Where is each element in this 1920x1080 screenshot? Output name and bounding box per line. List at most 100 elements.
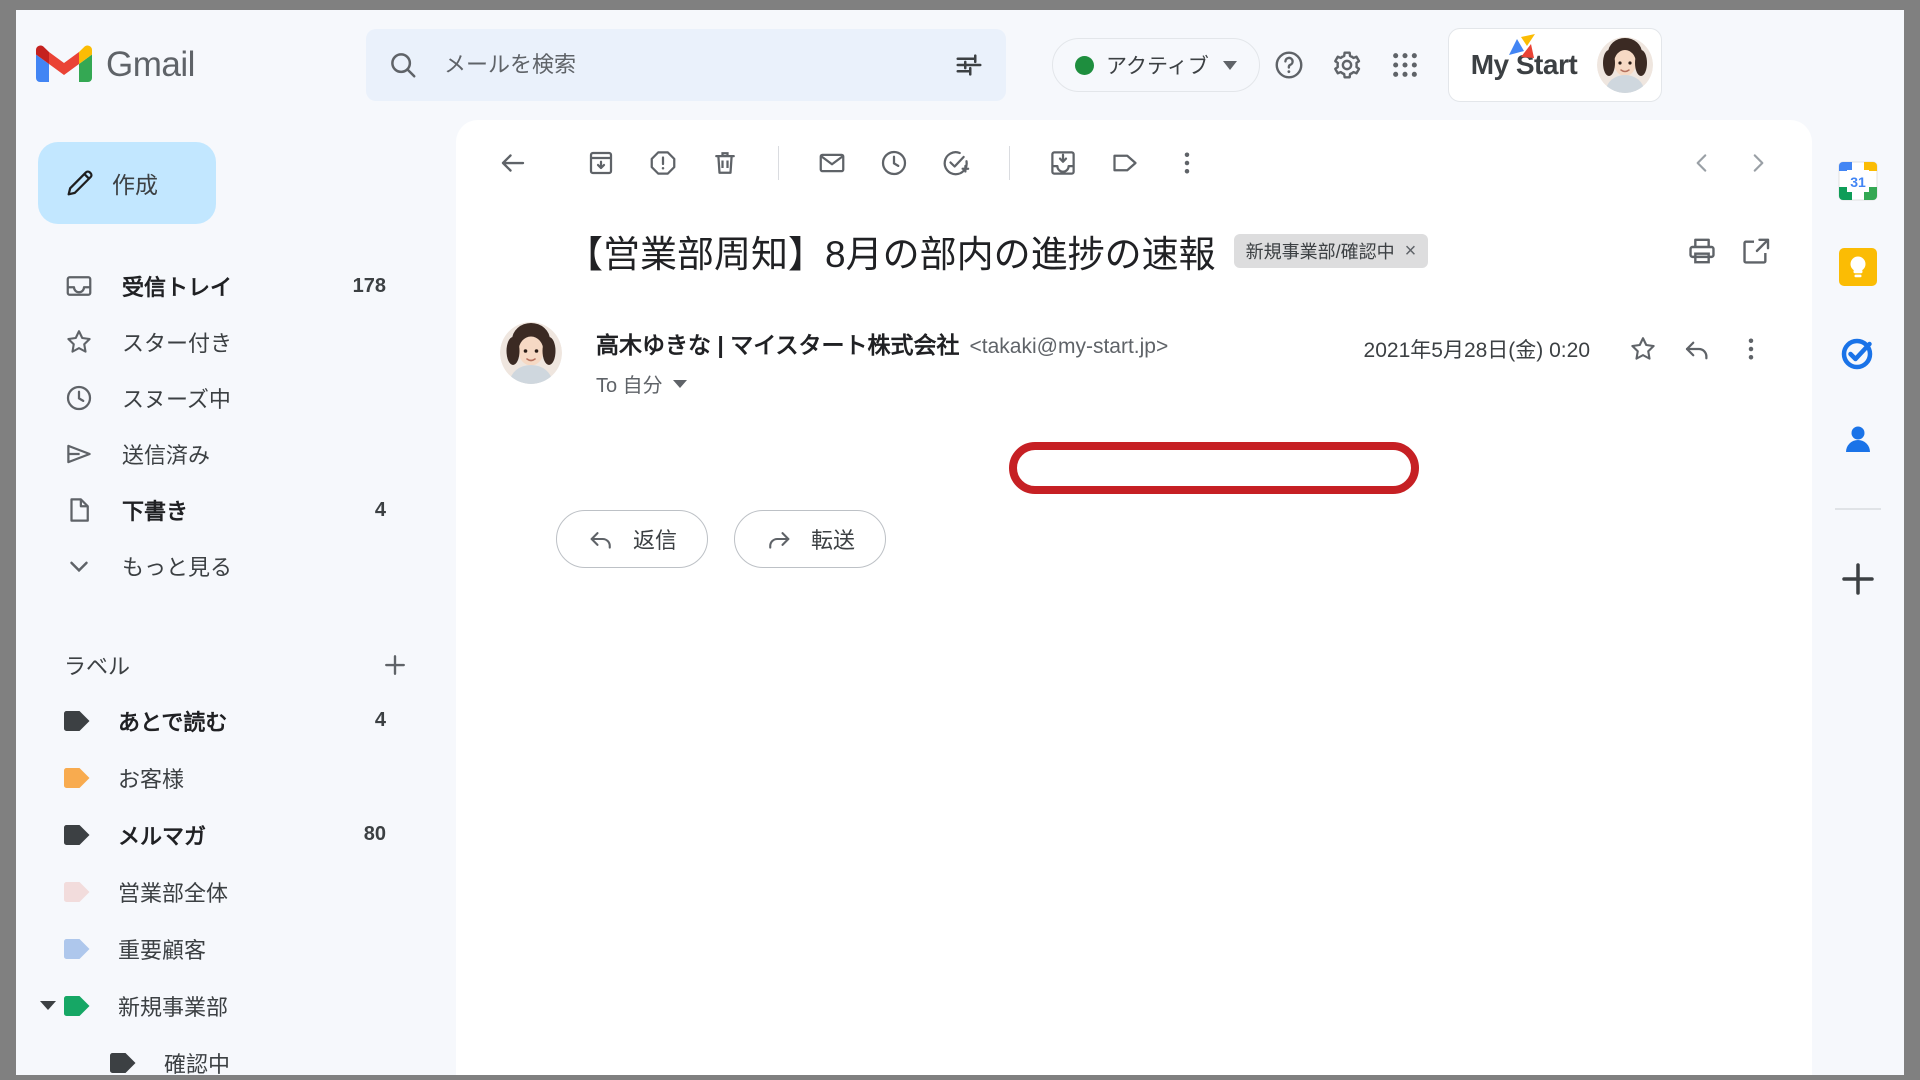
top-bar-right: アクティブ My Start	[1052, 28, 1663, 102]
google-calendar-icon[interactable]: 31	[1837, 160, 1879, 202]
label-tag-icon	[64, 995, 90, 1016]
next-message-button[interactable]	[1730, 135, 1786, 191]
gmail-brand[interactable]: Gmail	[16, 10, 352, 120]
sidebar-label-name: 重要顧客	[118, 937, 207, 963]
sidebar-item-starred[interactable]: スター付き	[16, 314, 414, 370]
help-button[interactable]	[1260, 36, 1318, 94]
sidebar-label-name: 営業部全体	[118, 880, 229, 906]
sidebar-item-more[interactable]: もっと見る	[16, 538, 414, 594]
recipient-line[interactable]: To 自分	[596, 369, 1168, 398]
mark-unread-button[interactable]	[801, 132, 863, 194]
more-vertical-icon[interactable]	[1736, 334, 1766, 364]
pencil-icon	[67, 170, 93, 196]
expand-triangle-icon[interactable]	[40, 1001, 56, 1010]
sidebar-item-label: 送信済み	[122, 443, 211, 468]
gmail-logo-icon	[36, 45, 92, 82]
sidebar-item-snoozed[interactable]: スヌーズ中	[16, 370, 414, 426]
sidebar-item-label: スター付き	[122, 331, 233, 356]
sidebar-label-read-later[interactable]: あとで読む 4	[16, 692, 414, 749]
labels-button[interactable]	[1094, 132, 1156, 194]
my-start-logo-icon	[1509, 34, 1536, 58]
label-tag-icon	[64, 881, 90, 902]
delete-button[interactable]	[694, 132, 756, 194]
subject-row: 【営業部周知】8月の部内の進捗の速報 新規事業部/確認中 ×	[456, 206, 1812, 278]
add-label-icon[interactable]	[380, 650, 410, 680]
avatar[interactable]	[1597, 37, 1654, 93]
sidebar-label-new-business[interactable]: 新規事業部	[16, 977, 414, 1034]
report-spam-icon	[650, 151, 676, 175]
settings-button[interactable]	[1318, 36, 1376, 94]
google-tasks-icon[interactable]	[1837, 332, 1879, 374]
close-icon[interactable]: ×	[1405, 241, 1417, 261]
search-options-icon[interactable]	[954, 50, 984, 80]
archive-button[interactable]	[570, 132, 632, 194]
labels-header: ラベル	[16, 638, 456, 692]
sender-line: 高木ゆきな | マイスタート株式会社 <takaki@my-start.jp>	[596, 326, 1168, 360]
reply-button[interactable]: 返信	[556, 510, 709, 568]
google-apps-button[interactable]	[1376, 36, 1434, 94]
back-button[interactable]	[482, 132, 544, 194]
add-side-panel-icon[interactable]	[1837, 558, 1879, 600]
previous-message-button[interactable]	[1674, 135, 1730, 191]
search-input[interactable]	[444, 52, 954, 78]
sidebar: 作成 受信トレイ 178 スター付き スヌーズ中 送信済み 下書き 4 もっと見…	[16, 120, 456, 1075]
chevron-down-icon	[1222, 60, 1237, 70]
sender-avatar[interactable]	[500, 322, 562, 384]
sidebar-label-customer[interactable]: お客様	[16, 749, 414, 806]
compose-label: 作成	[112, 172, 158, 198]
status-label: アクティブ	[1106, 55, 1209, 78]
google-keep-icon[interactable]	[1837, 246, 1879, 288]
sidebar-item-count: 4	[374, 498, 386, 521]
sidebar-item-sent[interactable]: 送信済み	[16, 426, 414, 482]
archive-icon	[589, 151, 613, 175]
more-vertical-icon	[1184, 152, 1190, 174]
prev-chevron-icon	[1696, 154, 1707, 172]
sender-name: 高木ゆきな | マイスタート株式会社	[596, 332, 960, 358]
sidebar-item-label: 下書き	[122, 499, 189, 524]
forward-button[interactable]: 転送	[734, 510, 887, 568]
move-to-button[interactable]	[1032, 132, 1094, 194]
labels-title: ラベル	[64, 654, 131, 679]
open-in-new-icon[interactable]	[1740, 235, 1772, 267]
star-icon	[67, 330, 91, 353]
sidebar-item-label: スヌーズ中	[122, 387, 231, 412]
compose-button[interactable]: 作成	[38, 142, 216, 224]
sidebar-item-count: 178	[352, 274, 386, 297]
back-arrow-icon	[501, 154, 525, 172]
sidebar-label-confirming[interactable]: 確認中	[16, 1034, 414, 1075]
sidebar-item-drafts[interactable]: 下書き 4	[16, 482, 414, 538]
sidebar-label-name: 新規事業部	[118, 994, 229, 1020]
send-icon	[67, 444, 91, 464]
message-label-chip[interactable]: 新規事業部/確認中 ×	[1233, 234, 1429, 268]
subject-actions	[1686, 235, 1782, 267]
sidebar-label-newsletter[interactable]: メルマガ 80	[16, 806, 414, 863]
gmail-window: Gmail アクティブ	[16, 10, 1904, 1075]
message-actions: 2021年5月28日(金) 0:20	[1364, 316, 1782, 364]
chevron-down-icon	[672, 379, 687, 388]
message-toolbar	[456, 120, 1812, 206]
more-options-button[interactable]	[1156, 132, 1218, 194]
label-tag-icon	[64, 710, 90, 731]
label-tag-icon	[64, 938, 90, 959]
label-tag-icon	[1113, 154, 1137, 172]
google-contacts-icon[interactable]	[1837, 418, 1879, 460]
account-brand-label: My Start	[1471, 34, 1578, 81]
snooze-button[interactable]	[863, 132, 925, 194]
search-bar[interactable]	[366, 29, 1006, 101]
account-chip[interactable]: My Start	[1447, 28, 1663, 102]
sidebar-item-inbox[interactable]: 受信トレイ 178	[16, 258, 414, 314]
forward-arrow-icon	[769, 532, 790, 549]
print-icon[interactable]	[1686, 235, 1718, 267]
sidebar-label-key-clients[interactable]: 重要顧客	[16, 920, 414, 977]
sidebar-label-sales-all[interactable]: 営業部全体	[16, 863, 414, 920]
report-spam-button[interactable]	[632, 132, 694, 194]
reply-arrow-icon[interactable]	[1682, 334, 1712, 364]
status-selector[interactable]: アクティブ	[1052, 38, 1260, 92]
add-to-tasks-button[interactable]	[925, 132, 987, 194]
label-tag-icon	[64, 767, 90, 788]
inbox-icon	[66, 276, 92, 296]
sender-row: 高木ゆきな | マイスタート株式会社 <takaki@my-start.jp> …	[456, 278, 1812, 398]
top-bar: Gmail アクティブ	[16, 10, 1904, 120]
star-outline-icon[interactable]	[1628, 334, 1658, 364]
sidebar-label-name: メルマガ	[118, 823, 207, 849]
